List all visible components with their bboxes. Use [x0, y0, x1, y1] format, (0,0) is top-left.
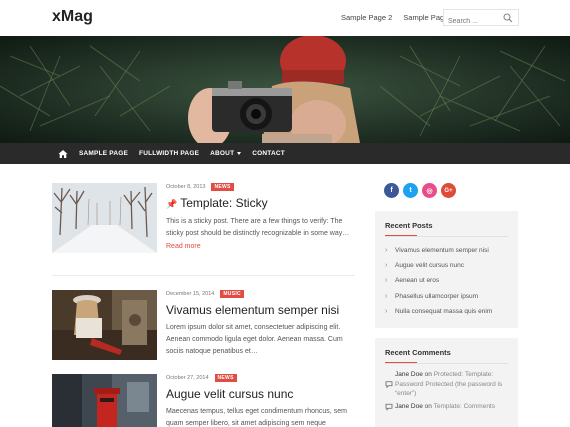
- post-date[interactable]: October 8, 2013: [166, 184, 205, 190]
- post-item: October 27, 2014 NEWS Augue velit cursus …: [52, 374, 355, 427]
- category-badge[interactable]: NEWS: [211, 183, 234, 191]
- list-item[interactable]: › Phasellus ullamcorper ipsum: [385, 289, 508, 304]
- search-input[interactable]: [444, 14, 504, 29]
- comment-author[interactable]: Jane Doe: [395, 403, 423, 410]
- recent-post-link[interactable]: Vivamus elementum semper nisi: [395, 243, 489, 258]
- chevron-right-icon: ›: [385, 307, 388, 315]
- divider: [385, 363, 508, 364]
- list-item[interactable]: › Nulla consequat massa quis enim: [385, 304, 508, 319]
- google-plus-icon[interactable]: G+: [441, 183, 456, 198]
- nav-fullwidth-page[interactable]: FULLWIDTH PAGE: [139, 150, 199, 157]
- nav-contact[interactable]: CONTACT: [252, 150, 285, 157]
- post-date[interactable]: December 15, 2014: [166, 291, 214, 297]
- category-badge[interactable]: MUSIC: [220, 290, 244, 298]
- search-icon[interactable]: [503, 13, 513, 23]
- widget-title: Recent Posts: [385, 221, 508, 236]
- list-item[interactable]: › Augue velit cursus nunc: [385, 258, 508, 273]
- comment-on: on: [424, 402, 432, 410]
- dribbble-icon[interactable]: ◎: [422, 183, 437, 198]
- comment-post-link[interactable]: Template: Comments: [434, 403, 495, 410]
- recent-post-link[interactable]: Phasellus ullamcorper ipsum: [395, 289, 478, 304]
- recent-post-link[interactable]: Nulla consequat massa quis enim: [395, 304, 492, 319]
- comment-icon: [385, 403, 393, 411]
- nav-about[interactable]: ABOUT: [210, 150, 242, 157]
- chevron-right-icon: ›: [385, 247, 388, 254]
- post-excerpt: This is a sticky post. There are a few t…: [166, 218, 350, 237]
- post-thumbnail[interactable]: [52, 290, 157, 360]
- recent-posts-widget: Recent Posts › Vivamus elementum semper n…: [375, 211, 518, 328]
- comment-author[interactable]: Jane Doe: [395, 371, 423, 378]
- comment-item: Jane Doe on Template: Comments: [385, 402, 508, 412]
- main-navigation: SAMPLE PAGE FULLWIDTH PAGE ABOUT CONTACT: [0, 143, 570, 164]
- post-title-wrap: 📌 Template: Sticky: [166, 196, 356, 211]
- search-box: [443, 9, 519, 29]
- post-title[interactable]: Template: Sticky: [180, 196, 267, 210]
- home-icon[interactable]: [58, 149, 68, 159]
- recent-post-link[interactable]: Augue velit cursus nunc: [395, 258, 464, 273]
- recent-comments-widget: Recent Comments Jane Doe on Protected: T…: [375, 338, 518, 427]
- header-image: [0, 36, 570, 143]
- comment-on: on: [424, 371, 432, 378]
- chevron-right-icon: ›: [385, 292, 388, 300]
- nav-about-label: ABOUT: [210, 150, 235, 157]
- read-more-link[interactable]: Read more: [166, 243, 356, 250]
- comment-icon: [385, 381, 393, 389]
- chevron-down-icon: [237, 152, 242, 155]
- chevron-right-icon: ›: [385, 262, 388, 270]
- recent-post-link[interactable]: Aenean ut eros: [395, 273, 439, 288]
- post-item: October 8, 2013 NEWS 📌 Template: Sticky Th…: [52, 183, 355, 263]
- divider: [385, 236, 508, 237]
- social-links: f t ◎ G+: [384, 183, 456, 198]
- post-thumbnail[interactable]: [52, 183, 157, 253]
- post-excerpt: Maecenas tempus, tellus eget condimentum…: [166, 408, 347, 427]
- nav-sample-page[interactable]: SAMPLE PAGE: [79, 150, 128, 157]
- list-item[interactable]: › Vivamus elementum semper nisi: [385, 243, 508, 258]
- comment-item: Jane Doe on Protected: Template: Passwor…: [385, 370, 508, 399]
- facebook-icon[interactable]: f: [384, 183, 399, 198]
- post-thumbnail[interactable]: [52, 374, 157, 427]
- post-title[interactable]: Augue velit cursus nunc: [166, 387, 356, 401]
- chevron-right-icon: ›: [385, 277, 388, 285]
- top-navigation: Sample Page 2 Sample Page 3: [341, 13, 455, 22]
- post-item: December 15, 2014 MUSIC Vivamus elementum…: [52, 290, 355, 362]
- topnav-sample-page-2[interactable]: Sample Page 2: [341, 13, 392, 22]
- site-header: xMag Sample Page 2 Sample Page 3: [0, 0, 570, 36]
- post-excerpt: Lorem ipsum dolor sit amet, consectetuer…: [166, 324, 343, 355]
- post-date[interactable]: October 27, 2014: [166, 375, 209, 381]
- category-badge[interactable]: NEWS: [214, 374, 237, 382]
- widget-title: Recent Comments: [385, 348, 508, 363]
- list-item[interactable]: › Aenean ut eros: [385, 273, 508, 288]
- site-logo[interactable]: xMag: [52, 8, 93, 26]
- twitter-icon[interactable]: t: [403, 183, 418, 198]
- pin-icon: 📌: [166, 199, 178, 209]
- divider: [52, 275, 355, 276]
- post-title[interactable]: Vivamus elementum semper nisi: [166, 303, 356, 317]
